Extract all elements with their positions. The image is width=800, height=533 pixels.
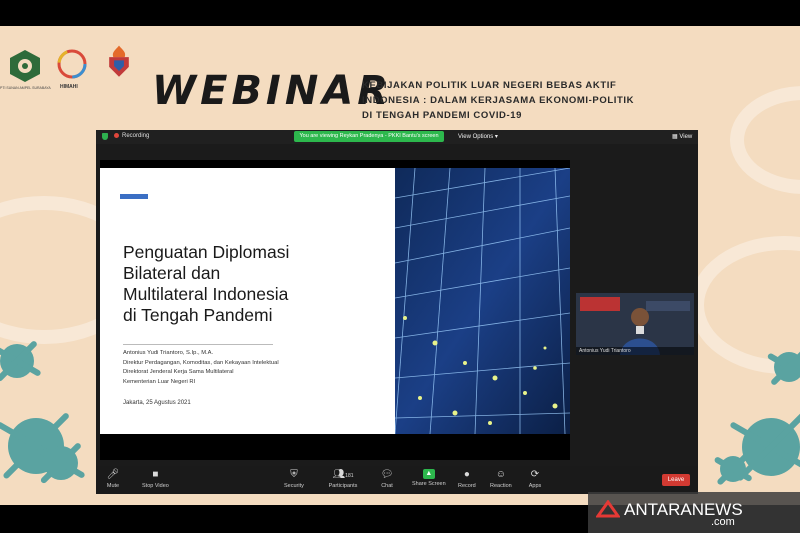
apps-label: Apps bbox=[528, 483, 542, 489]
participant-name: Antonius Yudi Triantoro bbox=[576, 347, 694, 355]
reaction-icon: ☺ bbox=[495, 469, 506, 480]
antara-logo-icon bbox=[596, 500, 620, 518]
record-button[interactable]: ● Record bbox=[458, 469, 476, 489]
recording-indicator[interactable]: Recording bbox=[114, 133, 149, 139]
security-button[interactable]: ⛨ Security bbox=[284, 469, 304, 489]
slide-accent-bar bbox=[120, 194, 148, 199]
participant-video-tile[interactable]: Antonius Yudi Triantoro bbox=[576, 293, 694, 355]
university-logo-caption: PTI SUNAN AMPEL SURABAYA bbox=[0, 86, 51, 90]
zoom-window: Recording You are viewing Reykan Pradeny… bbox=[96, 130, 698, 494]
encryption-shield-icon[interactable] bbox=[102, 133, 108, 140]
view-options-button[interactable]: View Options ▾ bbox=[458, 133, 498, 140]
webinar-background: PTI SUNAN AMPEL SURABAYA HIMAHI WEBINAR … bbox=[0, 26, 800, 505]
slide-meta-line: Direktorat Jenderal Kerja Sama Multilate… bbox=[123, 369, 234, 376]
slide-title-line: Multilateral Indonesia bbox=[123, 284, 289, 304]
shield-logo bbox=[109, 45, 129, 77]
stop-video-label: Stop Video bbox=[142, 483, 169, 489]
slide-title: Penguatan Diplomasi Bilateral dan Multil… bbox=[123, 242, 383, 326]
chat-button[interactable]: 💬︎ Chat bbox=[380, 469, 394, 489]
participants-button[interactable]: 👥︎181 Participants bbox=[328, 469, 358, 489]
virus-decoration bbox=[742, 418, 800, 476]
webinar-subtitle: KEBIJAKAN POLITIK LUAR NEGERI BEBAS AKTI… bbox=[362, 78, 692, 123]
viewing-banner: You are viewing Reykan Pradenya - PKKI B… bbox=[294, 131, 444, 142]
leave-button[interactable]: Leave bbox=[662, 474, 690, 486]
stop-video-button[interactable]: ■ Stop Video bbox=[142, 469, 169, 489]
subtitle-line: KEBIJAKAN POLITIK LUAR NEGERI BEBAS AKTI… bbox=[362, 80, 617, 91]
slide-grid-graphic bbox=[395, 168, 570, 434]
decorative-wave bbox=[730, 86, 800, 194]
slide-meta-line: Kementerian Luar Negeri RI bbox=[123, 378, 196, 385]
chat-label: Chat bbox=[381, 483, 393, 489]
slide-meta-line: Antonius Yudi Triantoro, S.Ip., M.A. bbox=[123, 350, 214, 356]
page-title: WEBINAR bbox=[152, 68, 393, 114]
recording-label: Recording bbox=[122, 133, 150, 140]
slide-title-line: di Tengah Pandemi bbox=[123, 305, 273, 325]
virus-decoration bbox=[44, 446, 78, 480]
view-button[interactable]: ▦ View bbox=[672, 133, 692, 140]
subtitle-line: DI TENGAH PANDEMI COVID-19 bbox=[362, 110, 523, 121]
meeting-toolbar: 🎤︎ Mute ■ Stop Video ⛨ Security 👥︎181 Pa… bbox=[96, 466, 698, 494]
himahi-logo bbox=[57, 49, 87, 79]
slide-date: Jakarta, 25 Agustus 2021 bbox=[123, 400, 191, 406]
video-icon: ■ bbox=[152, 469, 159, 480]
subtitle-line: INDONESIA : DALAM KERJASAMA EKONOMI-POLI… bbox=[362, 95, 635, 106]
shared-screen: Penguatan Diplomasi Bilateral dan Multil… bbox=[100, 160, 570, 460]
participant-count: 181 bbox=[345, 473, 354, 479]
share-screen-label: Share Screen bbox=[412, 481, 446, 487]
himahi-logo-caption: HIMAHI bbox=[60, 84, 78, 90]
reaction-button[interactable]: ☺ Reaction bbox=[490, 469, 512, 489]
chat-icon: 💬︎ bbox=[380, 469, 394, 480]
apps-icon: ⟳ bbox=[530, 469, 540, 480]
mute-label: Mute bbox=[106, 483, 120, 489]
record-icon: ● bbox=[463, 469, 470, 480]
apps-button[interactable]: ⟳ Apps bbox=[528, 469, 542, 489]
participants-label: Participants bbox=[328, 483, 358, 489]
slide-title-line: Penguatan Diplomasi bbox=[123, 242, 290, 262]
reaction-label: Reaction bbox=[490, 483, 512, 489]
watermark-suffix: .com bbox=[711, 516, 735, 528]
presentation-slide: Penguatan Diplomasi Bilateral dan Multil… bbox=[100, 168, 570, 434]
record-label: Record bbox=[458, 483, 476, 489]
mute-button[interactable]: 🎤︎ Mute bbox=[106, 469, 120, 489]
zoom-topbar: Recording You are viewing Reykan Pradeny… bbox=[96, 130, 698, 144]
mic-icon: 🎤︎ bbox=[106, 469, 120, 480]
virus-decoration bbox=[0, 344, 34, 378]
slide-meta-line: Direktur Perdagangan, Komoditas, dan Kek… bbox=[123, 359, 279, 366]
university-logo bbox=[10, 50, 40, 82]
slide-divider bbox=[123, 344, 273, 345]
participant-video bbox=[576, 293, 694, 355]
slide-title-line: Bilateral dan bbox=[123, 263, 221, 283]
record-dot-icon bbox=[114, 133, 119, 138]
view-button-label: View bbox=[679, 134, 693, 140]
slide-text-panel: Penguatan Diplomasi Bilateral dan Multil… bbox=[100, 168, 395, 434]
share-screen-icon: ▲ bbox=[422, 469, 435, 479]
virus-decoration bbox=[720, 456, 746, 482]
participants-icon: 👥︎181 bbox=[332, 469, 354, 480]
virus-decoration bbox=[774, 352, 800, 382]
shield-icon: ⛨ bbox=[290, 469, 298, 480]
share-screen-button[interactable]: ▲ Share Screen bbox=[412, 469, 446, 487]
slide-author-info: Antonius Yudi Triantoro, S.Ip., M.A. Dir… bbox=[123, 349, 279, 387]
security-label: Security bbox=[284, 483, 304, 489]
antaranews-watermark: ANTARANEWS .com bbox=[588, 492, 800, 533]
